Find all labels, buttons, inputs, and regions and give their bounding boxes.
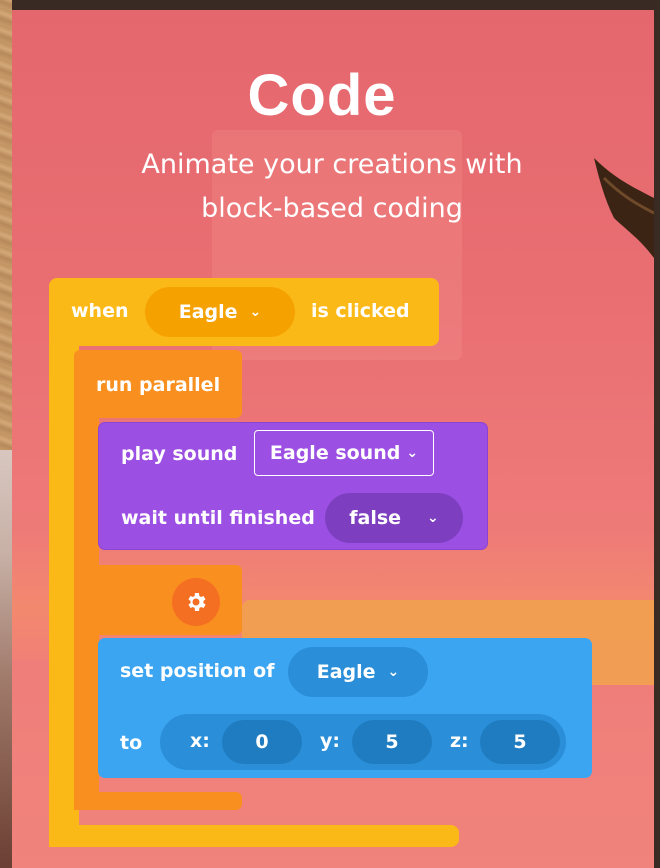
eagle-wing-decoration bbox=[594, 158, 654, 258]
x-label: x: bbox=[190, 730, 210, 752]
set-position-label: set position of bbox=[120, 660, 275, 682]
wait-dropdown-value: false bbox=[349, 507, 402, 529]
object-dropdown[interactable]: Eagle ⌄ bbox=[145, 287, 295, 337]
event-block-footer bbox=[49, 825, 459, 847]
position-object-value: Eagle bbox=[316, 661, 376, 683]
page-title: Code bbox=[247, 63, 397, 128]
wait-dropdown[interactable]: false ⌄ bbox=[325, 493, 463, 543]
object-dropdown-value: Eagle bbox=[178, 301, 238, 323]
chevron-down-icon: ⌄ bbox=[427, 510, 439, 526]
to-label: to bbox=[120, 732, 143, 754]
gear-icon bbox=[188, 593, 206, 611]
chevron-down-icon: ⌄ bbox=[406, 445, 419, 461]
subtitle-line-2: block-based coding bbox=[201, 193, 463, 224]
y-input[interactable]: 5 bbox=[352, 720, 432, 764]
run-parallel-block[interactable]: run parallel bbox=[74, 350, 242, 418]
is-clicked-label: is clicked bbox=[311, 300, 410, 322]
run-parallel-footer bbox=[74, 792, 242, 810]
subtitle-line-1: Animate your creations with bbox=[141, 149, 523, 180]
sound-dropdown[interactable]: Eagle sound ⌄ bbox=[254, 430, 434, 476]
settings-button[interactable] bbox=[172, 578, 220, 626]
set-position-block[interactable]: set position of Eagle ⌄ to x: 0 y: 5 z: … bbox=[98, 638, 592, 778]
position-object-dropdown[interactable]: Eagle ⌄ bbox=[288, 647, 428, 697]
x-input[interactable]: 0 bbox=[222, 720, 302, 764]
page-subtitle: Animate your creations with block-based … bbox=[82, 143, 582, 231]
wait-until-finished-label: wait until finished bbox=[121, 507, 315, 529]
when-label: when bbox=[71, 300, 129, 322]
chevron-down-icon: ⌄ bbox=[387, 664, 400, 680]
play-sound-label: play sound bbox=[121, 443, 238, 465]
z-input[interactable]: 5 bbox=[480, 720, 560, 764]
sound-dropdown-value: Eagle sound bbox=[269, 442, 401, 464]
y-label: y: bbox=[320, 730, 340, 752]
when-clicked-block[interactable]: when Eagle ⌄ is clicked bbox=[49, 278, 439, 346]
background-edge bbox=[0, 0, 12, 868]
wood-background bbox=[0, 0, 12, 450]
z-label: z: bbox=[450, 730, 469, 752]
code-feature-card: Code Animate your creations with block-b… bbox=[12, 10, 654, 868]
coordinates-group: x: 0 y: 5 z: 5 bbox=[160, 714, 566, 770]
chevron-down-icon: ⌄ bbox=[249, 304, 262, 320]
run-parallel-label: run parallel bbox=[96, 374, 221, 396]
photo-background bbox=[0, 450, 12, 868]
play-sound-block[interactable]: play sound Eagle sound ⌄ wait until fini… bbox=[98, 422, 488, 550]
